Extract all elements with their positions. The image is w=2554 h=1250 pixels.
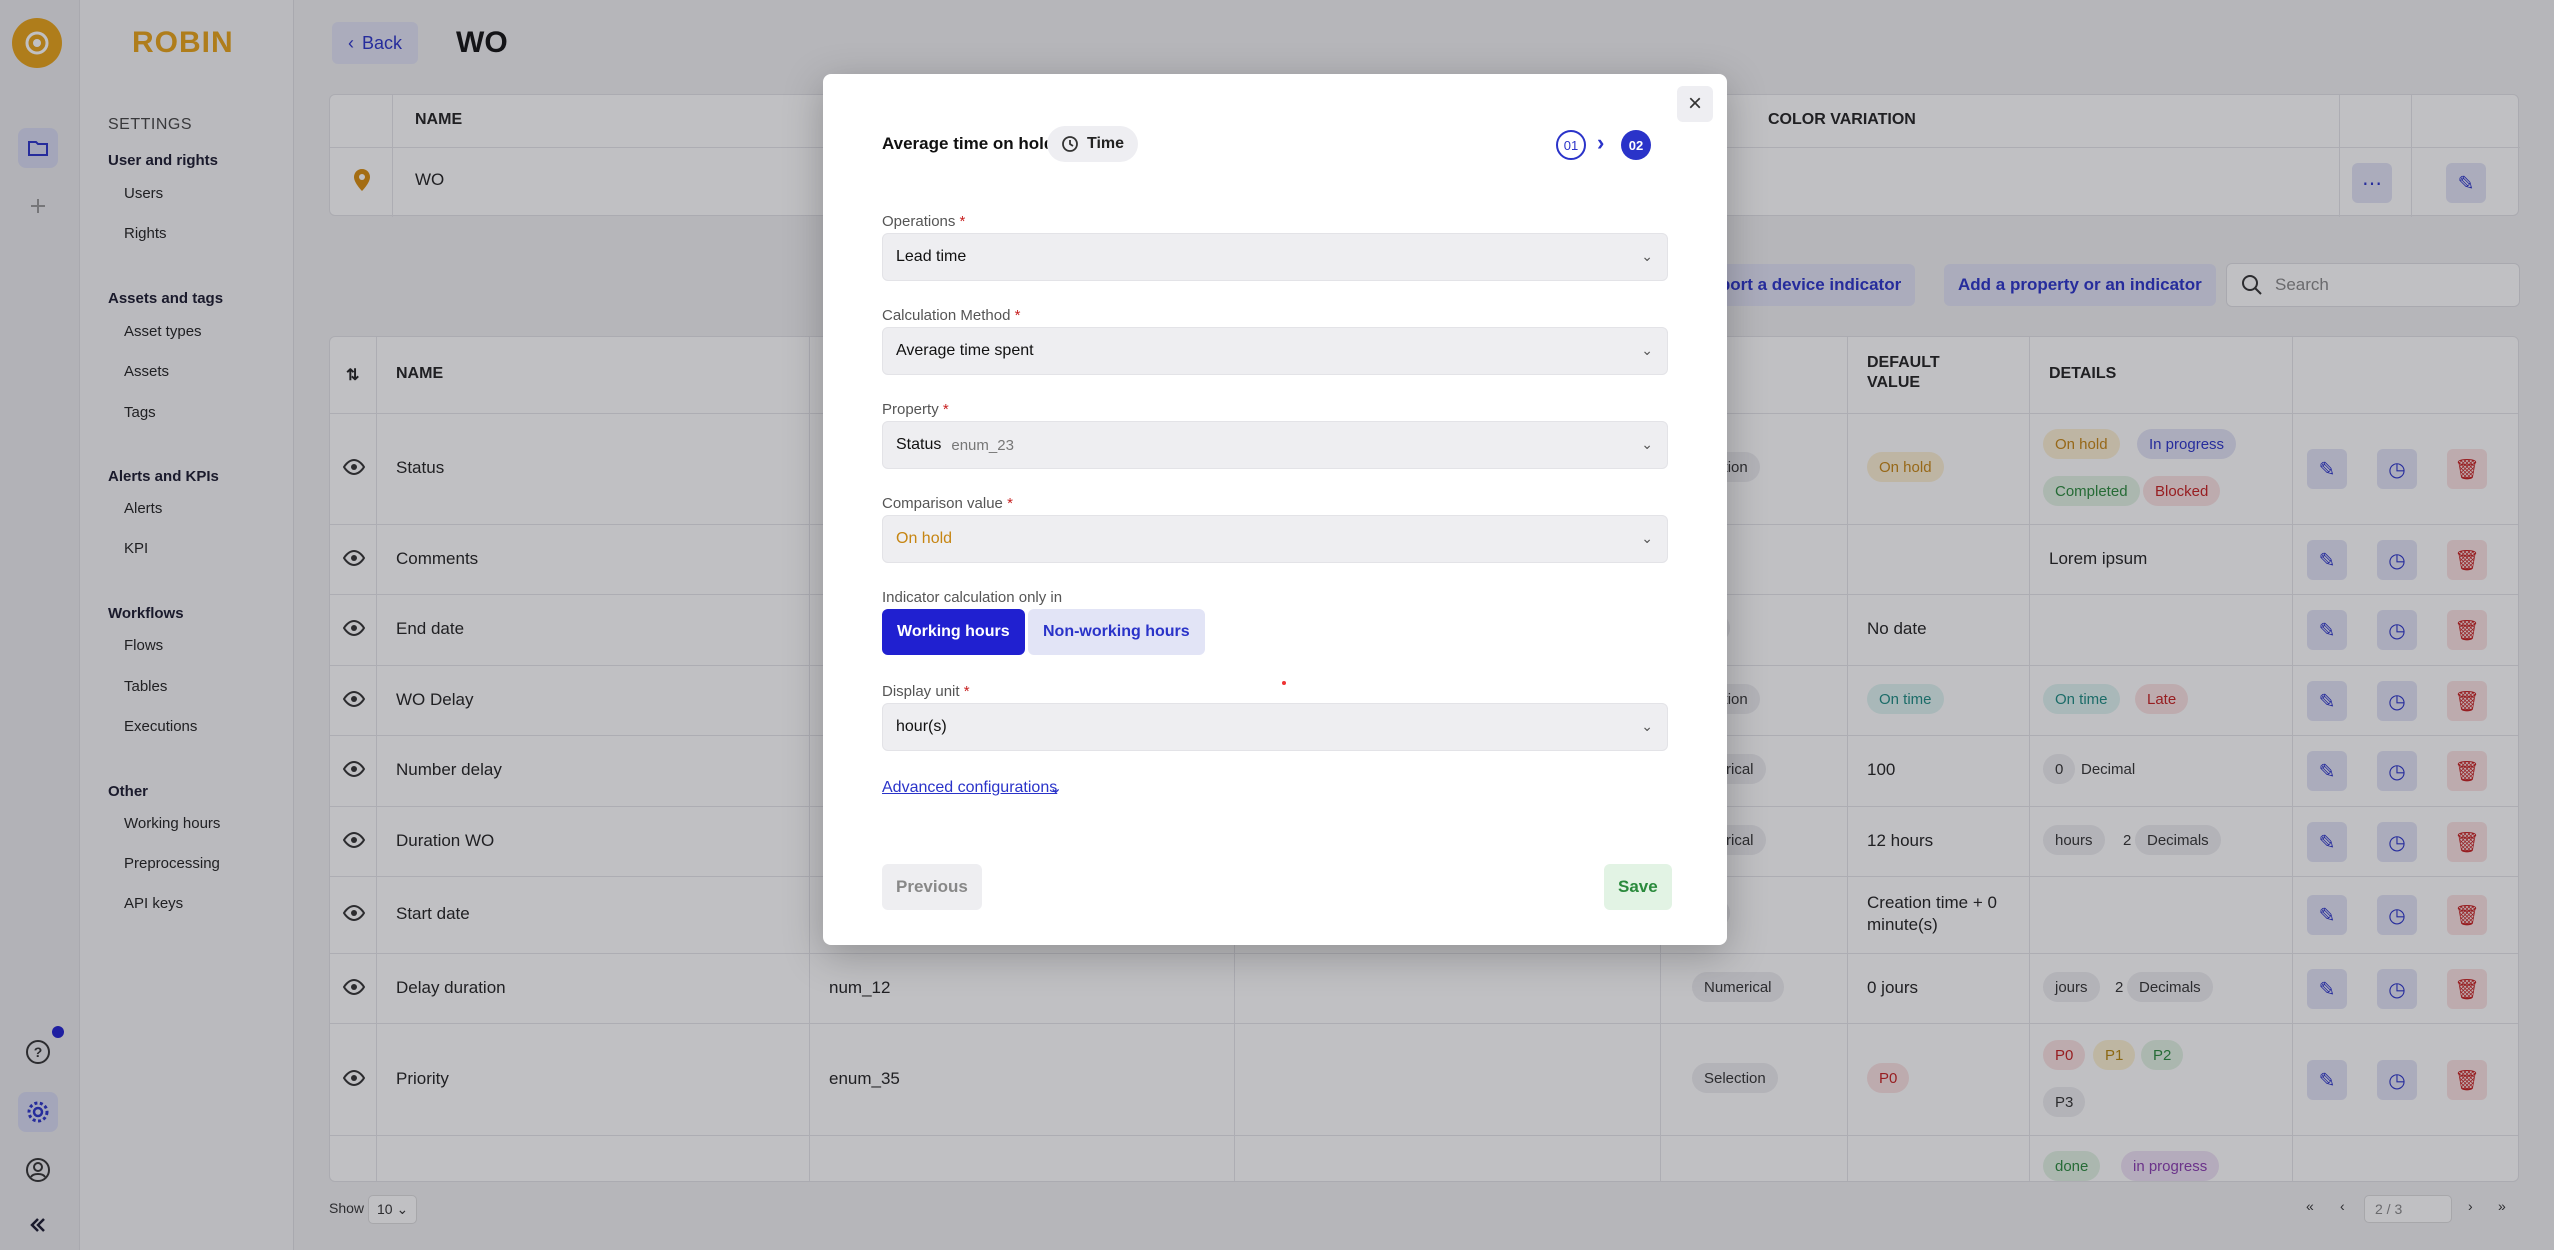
clock-icon — [1062, 136, 1078, 152]
chevron-down-icon: ⌄ — [1641, 248, 1653, 264]
non-working-hours-button[interactable]: Non-working hours — [1028, 609, 1205, 655]
calc-method-select[interactable]: Average time spent ⌄ — [882, 327, 1668, 375]
chevron-down-icon: ⌄ — [1641, 436, 1653, 452]
operations-select[interactable]: Lead time ⌄ — [882, 233, 1668, 281]
display-unit-label: Display unit * — [882, 683, 970, 700]
calc-method-label: Calculation Method * — [882, 307, 1021, 324]
advanced-config-link[interactable]: Advanced configurations — [882, 779, 1057, 797]
modal-title: Average time on hold — [882, 134, 1055, 153]
previous-button[interactable]: Previous — [882, 864, 982, 910]
save-button[interactable]: Save — [1604, 864, 1672, 910]
chevron-down-icon: ⌄ — [1641, 342, 1653, 358]
chevron-down-icon: ⌄ — [1641, 530, 1653, 546]
display-unit-select[interactable]: hour(s) ⌄ — [882, 703, 1668, 751]
display-unit-value: hour(s) — [896, 718, 947, 735]
comparison-select[interactable]: On hold ⌄ — [882, 515, 1668, 563]
close-icon[interactable]: × — [1677, 86, 1713, 122]
step-1[interactable]: 01 — [1556, 130, 1586, 160]
type-tag-label: Time — [1087, 135, 1125, 152]
operations-label: Operations * — [882, 213, 966, 230]
working-hours-button[interactable]: Working hours — [882, 609, 1025, 655]
comparison-value: On hold — [896, 530, 953, 547]
chevron-right-icon: › — [1597, 130, 1605, 155]
calc-method-value: Average time spent — [896, 342, 1034, 359]
indicator-dot — [1282, 681, 1286, 685]
operations-value: Lead time — [896, 248, 967, 265]
chevron-down-icon[interactable]: ⌄ — [1049, 778, 1062, 798]
property-key: enum_23 — [951, 436, 1014, 454]
chevron-down-icon: ⌄ — [1641, 718, 1653, 734]
property-select[interactable]: Status enum_23 ⌄ — [882, 421, 1668, 469]
property-value: Status — [896, 436, 942, 453]
type-tag: Time — [1047, 126, 1139, 162]
indicator-modal: × Average time on hold Time 01 › 02 Oper… — [823, 74, 1727, 945]
comparison-label: Comparison value * — [882, 495, 1013, 512]
property-label: Property * — [882, 401, 949, 418]
step-2[interactable]: 02 — [1621, 130, 1651, 160]
indicator-calc-label: Indicator calculation only in — [882, 589, 1063, 606]
